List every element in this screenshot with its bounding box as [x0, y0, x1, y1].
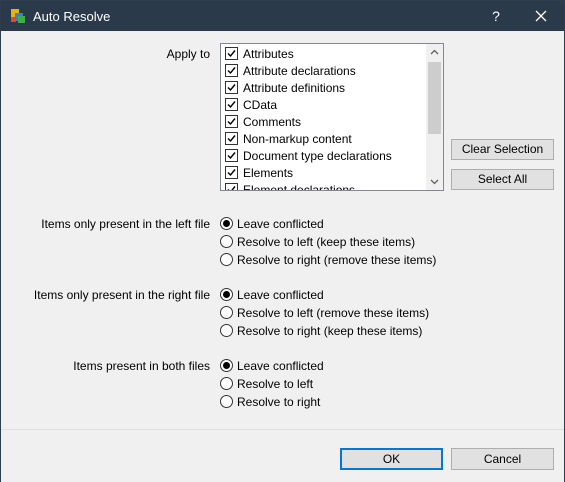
checkmark-icon: [227, 50, 236, 58]
dialog-body: Apply to Attributes Attribute declaration…: [1, 31, 564, 429]
window-title: Auto Resolve: [33, 9, 111, 24]
group-label: Items only present in the right file: [33, 288, 210, 302]
dialog-footer: OK Cancel: [1, 429, 564, 482]
radio-label: Resolve to left: [237, 376, 314, 391]
clear-selection-button[interactable]: Clear Selection: [451, 139, 554, 160]
radio-button[interactable]: [220, 217, 233, 230]
close-icon: [535, 10, 547, 22]
ok-button[interactable]: OK: [340, 448, 443, 470]
select-all-button[interactable]: Select All: [451, 169, 554, 190]
checkmark-icon: [227, 169, 236, 177]
radio-label: Resolve to left (remove these items): [237, 305, 430, 320]
scroll-up-icon[interactable]: [426, 44, 443, 61]
checkmark-icon: [227, 67, 236, 75]
list-item[interactable]: Elements: [225, 164, 293, 181]
checkmark-icon: [227, 84, 236, 92]
radio-option[interactable]: Resolve to left: [220, 375, 313, 392]
list-item-label: Element declarations: [243, 182, 356, 191]
list-item[interactable]: Comments: [225, 113, 301, 130]
checkbox[interactable]: [225, 81, 238, 94]
checkbox[interactable]: [225, 183, 238, 190]
checkbox[interactable]: [225, 166, 238, 179]
checkbox[interactable]: [225, 115, 238, 128]
list-item-label: Comments: [243, 114, 302, 129]
list-item-label: Attribute definitions: [243, 80, 346, 95]
radio-label: Resolve to left (keep these items): [237, 234, 416, 249]
radio-label: Resolve to right (keep these items): [237, 323, 423, 338]
list-item-label: Document type declarations: [243, 148, 392, 163]
app-icon: [11, 9, 25, 23]
radio-button[interactable]: [220, 235, 233, 248]
checkbox[interactable]: [225, 149, 238, 162]
auto-resolve-dialog: Auto Resolve ? Apply to Attributes Attrib…: [0, 0, 565, 482]
radio-option[interactable]: Resolve to right: [220, 393, 320, 410]
checkbox[interactable]: [225, 64, 238, 77]
list-item-label: Non-markup content: [243, 131, 352, 146]
list-item[interactable]: Non-markup content: [225, 130, 352, 147]
radio-button[interactable]: [220, 324, 233, 337]
list-item[interactable]: Attributes: [225, 45, 294, 62]
radio-option[interactable]: Leave conflicted: [220, 357, 324, 374]
title-bar: Auto Resolve ?: [1, 1, 564, 31]
radio-label: Leave conflicted: [237, 358, 324, 373]
scroll-down-icon[interactable]: [426, 173, 443, 190]
checkmark-icon: [227, 135, 236, 143]
scrollbar-thumb[interactable]: [428, 62, 441, 134]
radio-option[interactable]: Resolve to left (keep these items): [220, 233, 415, 250]
radio-option[interactable]: Resolve to right (keep these items): [220, 322, 422, 339]
checkmark-icon: [227, 101, 236, 109]
group-label: Items only present in the left file: [41, 217, 210, 231]
radio-option[interactable]: Leave conflicted: [220, 286, 324, 303]
radio-button[interactable]: [220, 288, 233, 301]
checkmark-icon: [227, 152, 236, 160]
list-item-label: Attributes: [243, 46, 294, 61]
radio-button[interactable]: [220, 253, 233, 266]
radio-button[interactable]: [220, 306, 233, 319]
list-item-label: Attribute declarations: [243, 63, 356, 78]
radio-label: Resolve to right (remove these items): [237, 252, 437, 267]
close-button[interactable]: [529, 5, 553, 27]
listbox-scrollbar[interactable]: [426, 44, 443, 190]
apply-to-label: Apply to: [166, 47, 210, 61]
radio-button[interactable]: [220, 377, 233, 390]
checkmark-icon: [227, 118, 236, 126]
list-item-label: CData: [243, 97, 278, 112]
cancel-button[interactable]: Cancel: [451, 448, 554, 470]
list-item[interactable]: Element declarations: [225, 181, 355, 190]
checkbox[interactable]: [225, 132, 238, 145]
list-item[interactable]: Attribute declarations: [225, 62, 356, 79]
radio-label: Leave conflicted: [237, 216, 324, 231]
radio-label: Leave conflicted: [237, 287, 324, 302]
radio-option[interactable]: Resolve to left (remove these items): [220, 304, 429, 321]
checkbox[interactable]: [225, 98, 238, 111]
checkmark-icon: [227, 186, 236, 190]
list-item-label: Elements: [243, 165, 294, 180]
radio-button[interactable]: [220, 395, 233, 408]
radio-option[interactable]: Leave conflicted: [220, 215, 324, 232]
checkbox[interactable]: [225, 47, 238, 60]
group-label: Items present in both files: [73, 359, 210, 373]
list-item[interactable]: Attribute definitions: [225, 79, 345, 96]
apply-to-listbox[interactable]: Attributes Attribute declarations Attribut…: [220, 43, 444, 191]
apply-to-list: Attributes Attribute declarations Attribut…: [221, 44, 426, 190]
list-item[interactable]: Document type declarations: [225, 147, 392, 164]
list-item[interactable]: CData: [225, 96, 277, 113]
help-button[interactable]: ?: [485, 5, 507, 27]
radio-label: Resolve to right: [237, 394, 321, 409]
radio-button[interactable]: [220, 359, 233, 372]
radio-option[interactable]: Resolve to right (remove these items): [220, 251, 436, 268]
